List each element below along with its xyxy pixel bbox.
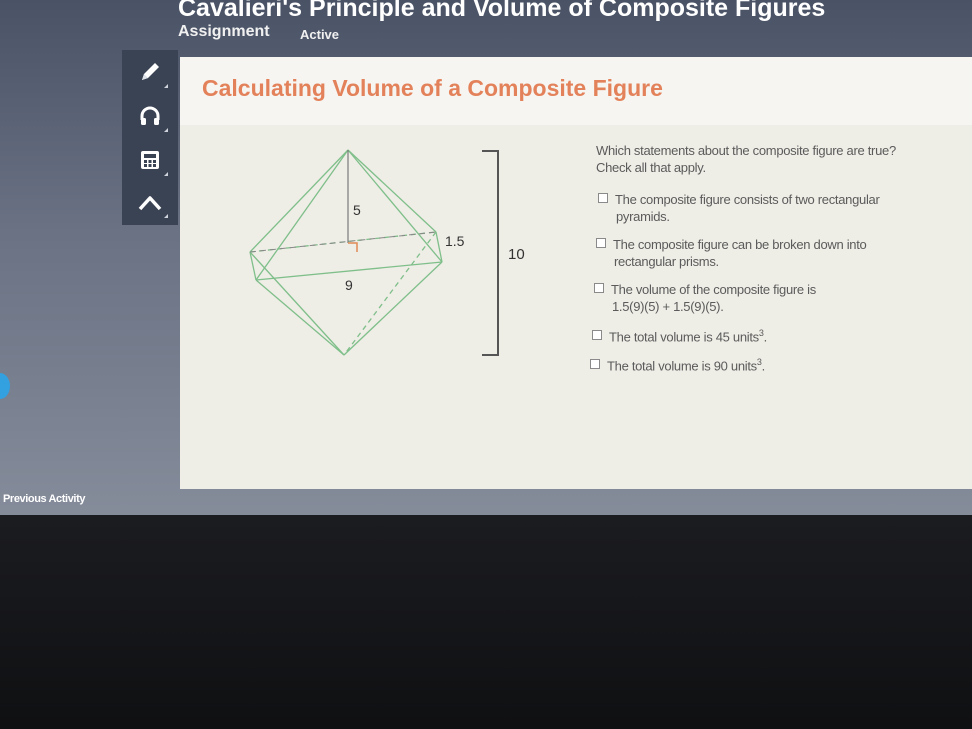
panel-title: Calculating Volume of a Composite Figure — [202, 75, 663, 101]
option-2[interactable]: The composite figure can be broken down … — [596, 236, 936, 270]
checkbox[interactable] — [598, 193, 608, 203]
edge — [343, 231, 437, 356]
tool-corner-marker — [164, 172, 168, 176]
checkbox[interactable] — [596, 238, 606, 248]
page-title: Cavalieri's Principle and Volume of Comp… — [178, 0, 826, 22]
edge — [255, 279, 345, 356]
option-5[interactable]: The total volume is 90 units3. — [590, 354, 930, 374]
panel-header: Calculating Volume of a Composite Figure — [180, 57, 972, 125]
pencil-icon — [142, 63, 159, 80]
option-text: The composite figure can be broken down … — [613, 237, 867, 252]
option-3[interactable]: The volume of the composite figure is 1.… — [594, 281, 934, 315]
previous-activity-link[interactable]: Previous Activity — [3, 493, 85, 505]
checkbox[interactable] — [594, 283, 604, 293]
screen-bezel-area — [0, 515, 972, 729]
calculator-icon — [141, 151, 159, 169]
headphones-tool-button[interactable] — [130, 98, 170, 134]
collapse-icon — [138, 196, 162, 211]
tool-corner-marker — [164, 128, 168, 132]
option-1[interactable]: The composite figure consists of two rec… — [598, 191, 938, 225]
right-angle-marker — [348, 242, 358, 252]
option-text: The composite figure consists of two rec… — [615, 192, 880, 207]
calculator-tool-button[interactable] — [130, 142, 170, 178]
edge — [347, 149, 443, 263]
collapse-toolbar-button[interactable] — [130, 184, 170, 220]
label-side: 1.5 — [445, 233, 465, 249]
edge — [343, 261, 443, 356]
option-text: The volume of the composite figure is — [611, 282, 816, 297]
question-text: Which statements about the composite fig… — [596, 142, 966, 176]
question-prompt: Which statements about the composite fig… — [596, 143, 896, 158]
label-height: 5 — [353, 202, 361, 218]
tool-sidebar — [122, 50, 178, 225]
edge — [255, 149, 349, 281]
tool-corner-marker — [164, 214, 168, 218]
headphones-icon — [140, 106, 160, 125]
option-4[interactable]: The total volume is 45 units3. — [592, 325, 932, 345]
pencil-tool-button[interactable] — [130, 54, 170, 90]
option-tail: . — [763, 329, 768, 345]
option-text-cont: pyramids. — [616, 209, 670, 224]
checkbox[interactable] — [592, 330, 602, 341]
assignment-label: Assignment — [178, 23, 270, 40]
option-text: The total volume is 45 units — [609, 329, 759, 345]
status-label: Active — [300, 27, 340, 42]
option-text-cont: 1.5(9)(5) + 1.5(9)(5). — [612, 299, 724, 314]
total-height-bracket — [482, 150, 499, 356]
question-instruction: Check all that apply. — [596, 160, 706, 175]
label-base: 9 — [345, 277, 353, 293]
label-total: 10 — [508, 246, 525, 263]
tool-corner-marker — [164, 84, 168, 88]
edge — [249, 149, 349, 253]
option-text-cont: rectangular prisms. — [614, 254, 719, 269]
checkbox[interactable] — [590, 359, 600, 370]
option-text: The total volume is 90 units — [607, 358, 757, 374]
edge — [249, 251, 345, 356]
edge — [347, 149, 437, 233]
base-dashed-line — [249, 231, 437, 253]
option-tail: . — [761, 358, 766, 374]
composite-figure-diagram: 5 1.5 9 10 — [249, 149, 525, 356]
